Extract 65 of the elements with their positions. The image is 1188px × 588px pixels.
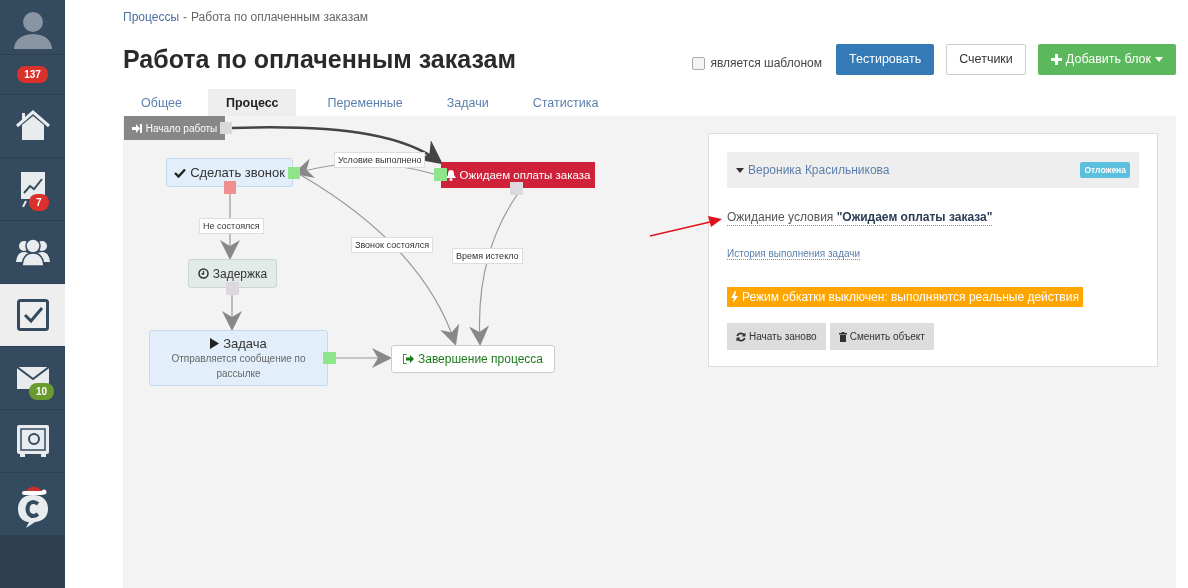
count-badge: 10 <box>29 383 55 400</box>
restart-button[interactable]: Начать заново <box>727 323 826 350</box>
task-node[interactable]: Задача Отправляется сообщение по рассылке <box>149 330 328 386</box>
node-title: Начало работы <box>145 122 218 134</box>
finish-node[interactable]: Завершение процесса <box>391 345 555 373</box>
warning-text: Режим обкатки выключен: выполняются реальные действия <box>742 290 1079 304</box>
breadcrumb-link[interactable]: Процессы <box>123 10 179 28</box>
checkbox-icon <box>16 299 49 331</box>
status-badge: Отложена <box>1080 162 1130 178</box>
node-title: Задержка <box>212 266 268 281</box>
node-description: Отправляется сообщение по рассылке <box>170 351 307 381</box>
play-icon <box>210 337 220 349</box>
page-title: Работа по оплаченным заказам <box>123 44 516 74</box>
tab[interactable]: Переменные <box>309 89 429 116</box>
sidebar-item[interactable]: 7 <box>0 158 65 221</box>
test-button[interactable]: Тестировать <box>836 43 935 75</box>
connector-label: Не состоялся <box>199 218 264 234</box>
node-title: Ожидаем оплаты заказа <box>459 169 591 181</box>
node-title: Задача <box>223 335 267 351</box>
sidebar-item[interactable] <box>0 284 65 347</box>
connector-label: Условие выполнено <box>334 152 426 168</box>
sign-out-icon <box>402 354 414 364</box>
breadcrumb-separator: - <box>183 10 187 26</box>
node-title: Завершение процесса <box>417 352 544 366</box>
assignee-header[interactable]: Вероника Красильникова Отложена <box>727 152 1139 188</box>
change-object-button[interactable]: Сменить объект <box>829 323 934 350</box>
clock-icon <box>197 268 209 279</box>
connector-arrow <box>335 348 392 368</box>
node-title: Сделать звонок <box>190 165 285 180</box>
connector-arrow <box>222 294 242 331</box>
tab[interactable]: Процесс <box>207 89 296 116</box>
checkbox-label: является шаблоном <box>710 56 823 70</box>
notification-badge: 137 <box>17 66 48 83</box>
tab[interactable]: Общее <box>123 89 208 116</box>
sign-in-icon <box>131 123 142 133</box>
safe-icon <box>16 425 49 457</box>
avatar-icon[interactable] <box>11 9 54 49</box>
counters-button[interactable]: Счетчики <box>946 43 1026 75</box>
connector-label: Звонок состоялся <box>351 237 434 253</box>
connector-label: Время истекло <box>452 248 523 264</box>
check-icon <box>174 167 187 178</box>
breadcrumb-current: Работа по оплаченным заказам <box>191 10 369 26</box>
bell-icon <box>445 169 456 181</box>
envelope-icon <box>16 367 49 389</box>
history-link[interactable]: История выполнения задачи <box>727 248 861 260</box>
condition-text[interactable]: Ожидание условия "Ожидаем оплаты заказа" <box>727 210 993 226</box>
plus-icon <box>1050 53 1062 65</box>
tab[interactable]: Статистика <box>514 89 625 116</box>
caret-icon <box>736 167 744 173</box>
delay-node[interactable]: Задержка <box>188 259 277 288</box>
count-badge: 7 <box>29 194 49 211</box>
assignee-name: Вероника Красильникова <box>748 163 891 177</box>
tab[interactable]: Задачи <box>428 89 515 116</box>
template-checkbox[interactable] <box>692 56 706 70</box>
action-node[interactable]: Сделать звонок <box>166 158 293 187</box>
caret-icon <box>1155 56 1163 62</box>
trash-icon <box>838 331 847 342</box>
lightning-icon <box>731 291 738 303</box>
refresh-icon <box>736 331 746 342</box>
wait-node[interactable]: Ожидаем оплаты заказа <box>441 162 595 188</box>
sidebar-item[interactable]: 10 <box>0 347 65 410</box>
sidebar-footer <box>0 536 65 588</box>
home-icon <box>15 110 50 142</box>
people-icon <box>15 238 50 266</box>
start-node[interactable]: Начало работы <box>124 116 225 140</box>
